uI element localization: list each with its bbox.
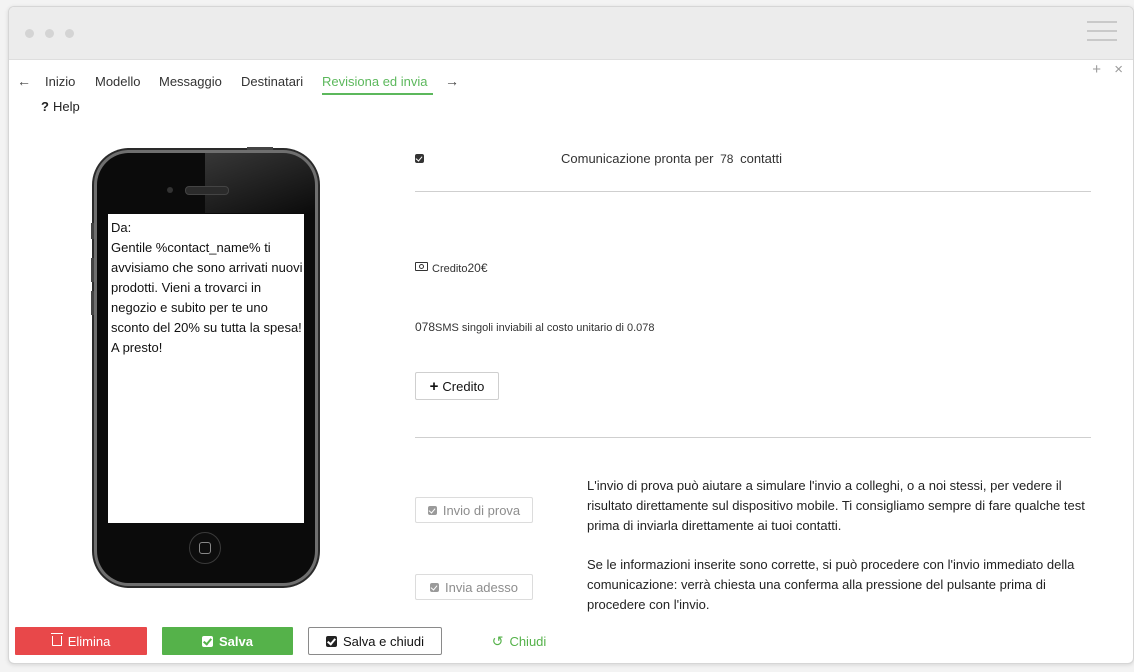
help-link[interactable]: ? Help [41, 99, 80, 114]
phone-mute-switch [91, 223, 94, 239]
check-icon [430, 582, 439, 592]
sms-info: 078SMS singoli inviabili al costo unitar… [415, 320, 655, 334]
nav-item-modello[interactable]: Modello [95, 74, 141, 89]
contacts-count: 78 [720, 152, 734, 166]
forward-arrow-icon[interactable]: → [445, 73, 459, 89]
help-label: Help [52, 99, 80, 114]
window-maximize-dot[interactable] [65, 29, 74, 38]
phone-volume-down [91, 291, 94, 315]
test-send-button[interactable]: Invio di prova [415, 497, 533, 523]
nav-item-destinatari[interactable]: Destinatari [241, 74, 303, 89]
nav-item-revisiona[interactable]: Revisiona ed invia [322, 74, 428, 89]
save-button[interactable]: Salva [162, 627, 293, 655]
sms-count: 078 [415, 320, 436, 334]
divider [415, 437, 1091, 438]
delete-label: Elimina [67, 633, 111, 649]
credit-label: Credito [432, 263, 468, 275]
phone-volume-up [91, 258, 94, 282]
phone-home-button [189, 532, 221, 564]
sms-preview-screen: Da: Gentile %contact_name% ti avvisiamo … [108, 214, 304, 523]
ready-check-icon [415, 154, 424, 163]
close-label: Chiudi [509, 633, 547, 649]
send-now-button[interactable]: Invia adesso [415, 574, 533, 600]
window-minimize-dot[interactable] [45, 29, 54, 38]
nav-item-inizio[interactable]: Inizio [45, 74, 75, 89]
delete-button[interactable]: Elimina [15, 627, 147, 655]
title-bar [9, 7, 1133, 60]
save-and-close-button[interactable]: Salva e chiudi [308, 627, 442, 655]
phone-power-button [247, 147, 273, 150]
sms-from-label: Da: [111, 220, 132, 235]
sms-description: SMS singoli inviabili al costo unitario … [435, 322, 655, 334]
active-tab-indicator [322, 93, 433, 95]
phone-glass-reflection [205, 153, 315, 213]
ready-prefix: Comunicazione pronta per [561, 151, 714, 166]
phone-speaker [185, 186, 229, 195]
hamburger-icon[interactable] [1087, 19, 1117, 43]
add-credit-label: Credito [442, 378, 485, 394]
app-window: + × ← Inizio Modello Messaggio Destinata… [8, 6, 1134, 664]
trash-icon [50, 633, 63, 646]
send-now-description: Se le informazioni inserite sono corrett… [587, 557, 1075, 612]
save-label: Salva [219, 633, 253, 649]
credit-value: 20€ [467, 261, 488, 275]
add-credit-button[interactable]: + Credito [415, 372, 499, 400]
back-arrow-icon[interactable]: ← [17, 73, 31, 89]
phone-preview: Da: Gentile %contact_name% ti avvisiamo … [91, 147, 315, 583]
ready-status: Comunicazione pronta per 78 contatti [561, 151, 782, 166]
question-icon: ? [41, 99, 49, 114]
check-icon [202, 635, 213, 647]
save-and-close-label: Salva e chiudi [343, 633, 424, 649]
check-icon [427, 505, 437, 515]
money-icon [415, 262, 428, 271]
credit-info: Credito20€ [415, 261, 488, 275]
close-button[interactable]: ↺ Chiudi [479, 627, 559, 655]
undo-icon: ↺ [491, 632, 504, 649]
ready-suffix: contatti [740, 151, 783, 166]
nav-item-messaggio[interactable]: Messaggio [159, 74, 222, 89]
divider [415, 191, 1091, 192]
check-icon [326, 635, 338, 647]
wizard-nav: ← Inizio Modello Messaggio Destinatari R… [9, 65, 1133, 95]
test-send-description: L'invio di prova può aiutare a simulare … [587, 478, 1085, 533]
plus-icon: + [429, 377, 439, 395]
phone-camera [167, 187, 173, 193]
window-close-dot[interactable] [25, 29, 34, 38]
send-now-label: Invia adesso [445, 579, 518, 595]
test-send-label: Invio di prova [442, 502, 521, 518]
sms-message-text: Gentile %contact_name% ti avvisiamo che … [111, 240, 303, 355]
